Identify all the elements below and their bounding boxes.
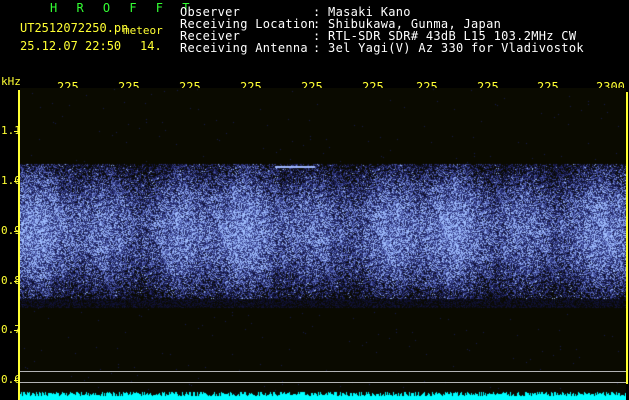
y-tick-mark <box>14 181 18 182</box>
reference-line-lower <box>20 382 626 383</box>
minute-tag: 14. <box>140 39 162 53</box>
info-label-antenna: Receiving Antenna <box>180 41 308 55</box>
y-tick-mark <box>14 380 18 381</box>
spectrogram-canvas <box>20 88 626 400</box>
info-value-antenna: : 3el Yagi(V) Az 330 for Vladivostok <box>313 41 584 55</box>
y-axis-unit: kHz <box>1 75 21 88</box>
right-axis-line <box>626 92 628 384</box>
datetime-label: 25.12.07 22:50 <box>20 39 122 53</box>
app-title: H R O F F T <box>50 1 196 15</box>
y-tick-mark <box>14 330 18 331</box>
filename-label: UT2512072250.pn <box>20 21 129 35</box>
mode-label: meteor <box>123 24 163 37</box>
y-tick-mark <box>14 281 18 282</box>
y-tick-mark <box>14 231 18 232</box>
reference-line-upper <box>20 371 626 372</box>
y-tick-mark <box>14 131 18 132</box>
